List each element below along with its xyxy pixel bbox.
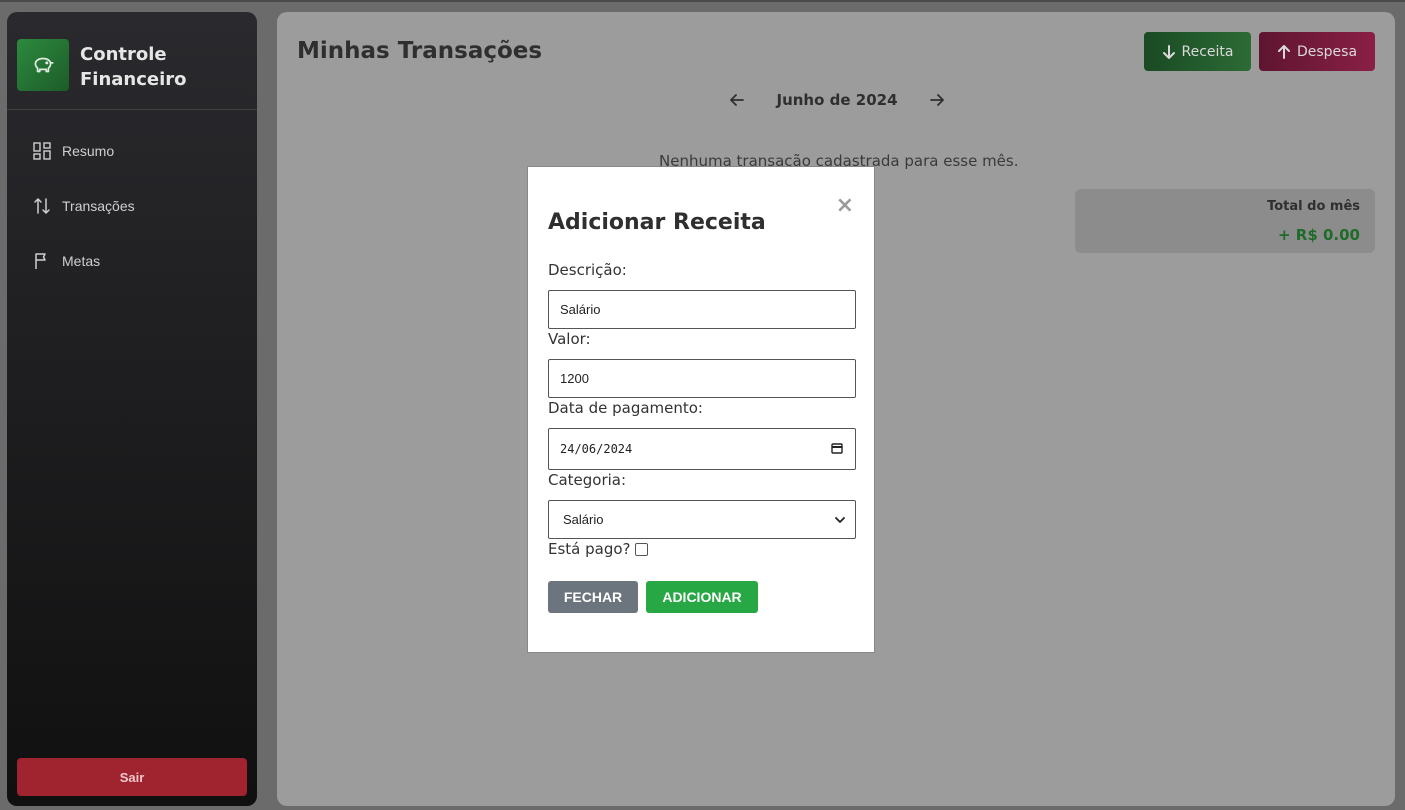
swap-vertical-icon xyxy=(32,196,52,216)
calendar-icon[interactable] xyxy=(831,442,843,457)
chevron-down-icon xyxy=(835,512,845,527)
app-title: Controle Financeiro xyxy=(80,44,187,90)
categoria-value: Salário xyxy=(563,512,604,527)
month-label: Junho de 2024 xyxy=(776,91,898,109)
total-value: + R$ 0.00 xyxy=(1277,226,1360,244)
valor-input[interactable]: 1200 xyxy=(548,359,856,398)
date-value: 24/06/2024 xyxy=(560,442,633,456)
descricao-input[interactable]: Salário xyxy=(548,290,856,329)
previous-month-arrow-icon[interactable] xyxy=(727,90,747,110)
month-total-card: Total do mês + R$ 0.00 xyxy=(1075,189,1375,253)
data-pagamento-input[interactable]: 24/06/2024 xyxy=(548,428,856,470)
page-title: Minhas Transações xyxy=(297,38,543,64)
add-despesa-button[interactable]: Despesa xyxy=(1259,32,1375,71)
receita-label: Receita xyxy=(1181,43,1234,60)
sidebar-item-resumo[interactable]: Resumo xyxy=(32,139,114,163)
add-receita-button[interactable]: Receita xyxy=(1144,32,1251,71)
data-pagamento-label: Data de pagamento: xyxy=(548,399,703,417)
arrow-up-icon xyxy=(1277,44,1290,59)
total-label: Total do mês xyxy=(1267,199,1360,214)
flag-icon xyxy=(32,251,52,271)
fechar-button[interactable]: FECHAR xyxy=(548,581,638,613)
valor-label: Valor: xyxy=(548,330,591,348)
logout-button[interactable]: Sair xyxy=(17,758,247,796)
categoria-label: Categoria: xyxy=(548,471,627,489)
categoria-select[interactable]: Salário xyxy=(548,500,856,539)
adicionar-button[interactable]: ADICIONAR xyxy=(646,581,758,613)
despesa-label: Despesa xyxy=(1296,43,1358,60)
sidebar-item-metas[interactable]: Metas xyxy=(32,249,100,273)
close-icon[interactable]: × xyxy=(836,195,854,217)
sidebar: Controle Financeiro Resumo Transações Me… xyxy=(7,12,257,806)
window-top-border xyxy=(0,0,1405,2)
descricao-label: Descrição: xyxy=(548,261,627,279)
piggy-bank-icon xyxy=(17,39,69,91)
dashboard-icon xyxy=(32,141,52,161)
sidebar-item-transacoes[interactable]: Transações xyxy=(32,194,135,218)
arrow-down-icon xyxy=(1162,44,1175,59)
pago-checkbox[interactable] xyxy=(635,543,648,556)
next-month-arrow-icon[interactable] xyxy=(927,90,947,110)
brand-header: Controle Financeiro xyxy=(7,12,257,110)
sidebar-item-label: Transações xyxy=(62,198,135,214)
month-navigator: Junho de 2024 xyxy=(727,88,947,112)
modal-title: Adicionar Receita xyxy=(548,210,766,235)
sidebar-item-label: Resumo xyxy=(62,143,115,159)
pago-label: Está pago? xyxy=(548,540,631,558)
add-receita-modal: × Adicionar Receita Descrição: Salário V… xyxy=(527,166,875,653)
sidebar-item-label: Metas xyxy=(62,253,101,269)
